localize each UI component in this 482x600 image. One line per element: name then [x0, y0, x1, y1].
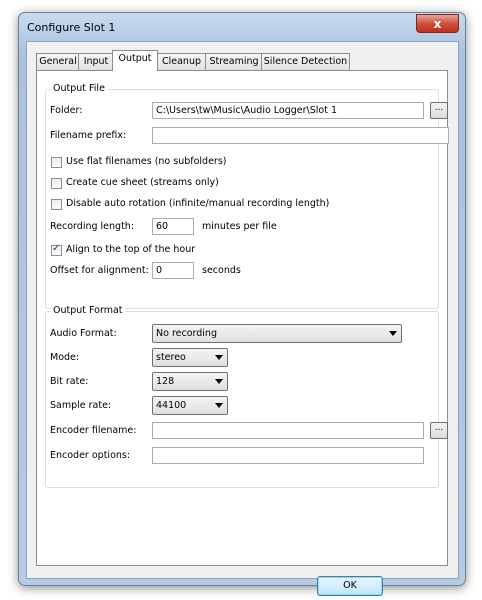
folder-label: Folder: [50, 105, 83, 116]
encoder-browse-button[interactable]: ... [430, 422, 448, 439]
disable-rotation-label: Disable auto rotation (infinite/manual r… [66, 198, 330, 209]
tab-streaming[interactable]: Streaming [205, 53, 263, 70]
encoder-options-label: Encoder options: [50, 450, 131, 461]
output-format-legend: Output Format [51, 305, 125, 316]
offset-alignment-input[interactable]: 0 [152, 262, 194, 279]
encoder-filename-input[interactable] [152, 422, 424, 439]
dropdown-arrow-icon [389, 331, 397, 336]
tab-silence-detection[interactable]: Silence Detection [261, 53, 350, 70]
recording-length-input[interactable]: 60 [152, 218, 194, 235]
flat-filenames-checkbox[interactable] [51, 157, 62, 168]
align-hour-checkbox[interactable] [51, 243, 62, 256]
filename-prefix-input[interactable] [152, 127, 449, 144]
filename-prefix-label: Filename prefix: [50, 130, 127, 141]
sample-rate-value: 44100 [156, 400, 187, 411]
encoder-options-input[interactable] [152, 447, 424, 464]
bit-rate-value: 128 [156, 376, 175, 387]
output-tab-panel: Output File Folder: C:\Users\tw\Music\Au… [36, 70, 449, 566]
bit-rate-select[interactable]: 128 [152, 372, 228, 391]
configure-slot-dialog: Configure Slot 1 x General Input Output … [18, 12, 466, 596]
tab-input[interactable]: Input [78, 53, 114, 70]
offset-alignment-label: Offset for alignment: [50, 265, 149, 276]
title-bar[interactable]: Configure Slot 1 x [19, 13, 465, 41]
mode-label: Mode: [50, 352, 80, 363]
tab-cleanup[interactable]: Cleanup [156, 53, 207, 70]
encoder-filename-label: Encoder filename: [50, 425, 137, 436]
sample-rate-label: Sample rate: [50, 400, 112, 411]
flat-filenames-label: Use flat filenames (no subfolders) [66, 156, 227, 167]
audio-format-value: No recording [156, 328, 217, 339]
close-button[interactable]: x [416, 14, 459, 33]
output-file-group: Output File Folder: C:\Users\tw\Music\Au… [45, 83, 449, 309]
folder-input[interactable]: C:\Users\tw\Music\Audio Logger\Slot 1 [152, 102, 424, 119]
tab-output[interactable]: Output [112, 50, 158, 71]
audio-format-select[interactable]: No recording [152, 324, 402, 343]
window-title: Configure Slot 1 [27, 21, 116, 34]
output-file-legend: Output File [51, 83, 107, 94]
dropdown-arrow-icon [215, 355, 223, 360]
bit-rate-label: Bit rate: [50, 376, 89, 387]
mode-value: stereo [156, 352, 186, 363]
offset-alignment-unit: seconds [202, 265, 241, 276]
cue-sheet-checkbox[interactable] [51, 178, 62, 189]
cue-sheet-label: Create cue sheet (streams only) [66, 177, 219, 188]
dropdown-arrow-icon [215, 379, 223, 384]
dropdown-arrow-icon [215, 403, 223, 408]
recording-length-unit: minutes per file [202, 221, 277, 232]
folder-browse-button[interactable]: ... [430, 102, 448, 119]
output-format-group: Output Format Audio Format: No recording… [45, 305, 448, 488]
dialog-client-area: General Input Output Cleanup Streaming S… [26, 41, 459, 596]
align-hour-label: Align to the top of the hour [66, 244, 196, 255]
recording-length-label: Recording length: [50, 221, 135, 232]
mode-select[interactable]: stereo [152, 348, 228, 367]
audio-format-label: Audio Format: [50, 328, 117, 339]
close-icon: x [433, 16, 442, 31]
tab-general[interactable]: General [36, 53, 80, 70]
disable-rotation-checkbox[interactable] [51, 199, 62, 210]
sample-rate-select[interactable]: 44100 [152, 396, 228, 415]
ok-button[interactable]: OK [317, 576, 383, 596]
